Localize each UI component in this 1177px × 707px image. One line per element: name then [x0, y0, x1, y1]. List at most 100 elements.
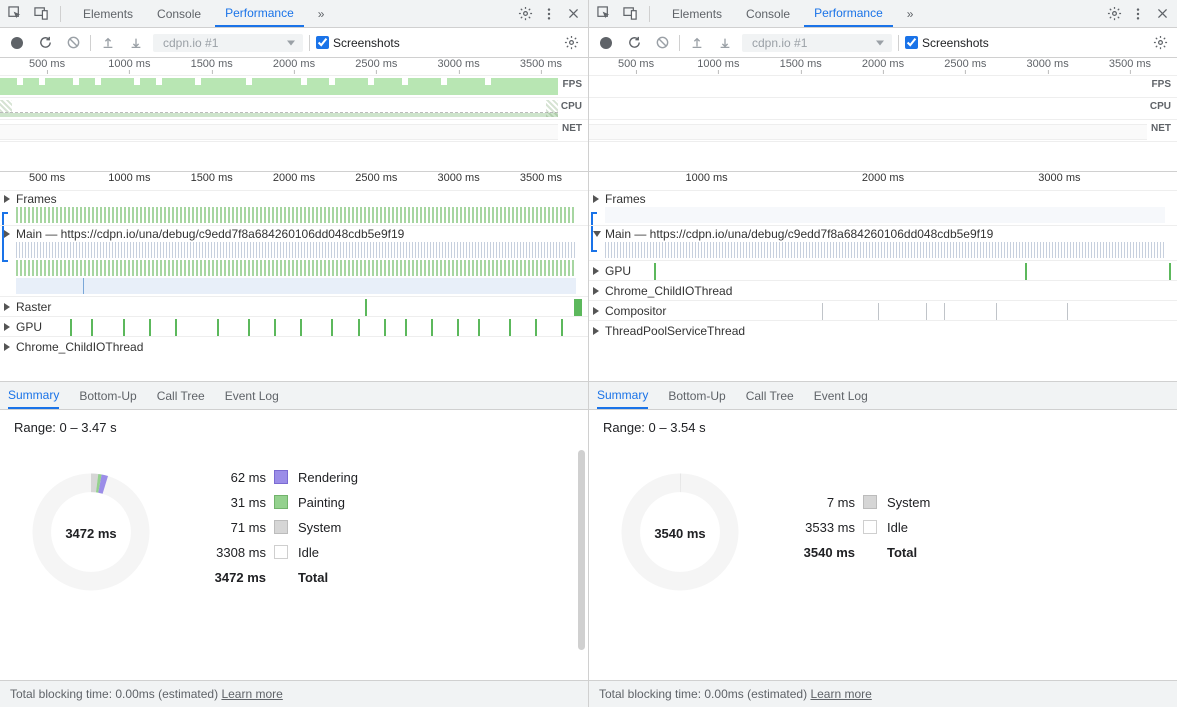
reload-icon[interactable] — [34, 32, 56, 54]
track-compositor[interactable]: Compositor — [589, 300, 1177, 320]
close-icon[interactable] — [1151, 3, 1173, 25]
overview-ruler[interactable]: 500 ms 1000 ms 1500 ms 2000 ms 2500 ms 3… — [589, 58, 1177, 76]
overview-ruler[interactable]: 500 ms 1000 ms 1500 ms 2000 ms 2500 ms 3… — [0, 58, 588, 76]
footer-text: Total blocking time: 0.00ms (estimated) — [599, 687, 807, 701]
legend-label: Total — [298, 570, 358, 585]
track-childio[interactable]: Chrome_ChildIOThread — [589, 280, 1177, 300]
kebab-menu-icon[interactable] — [538, 3, 560, 25]
track-frames[interactable]: Frames — [0, 190, 588, 225]
tab-performance[interactable]: Performance — [804, 0, 893, 27]
tab-bottom-up[interactable]: Bottom-Up — [668, 382, 725, 409]
disclosure-triangle-icon[interactable] — [4, 323, 10, 331]
track-childio[interactable]: Chrome_ChildIOThread — [0, 336, 588, 356]
flame-chart[interactable]: 1000 ms 2000 ms 3000 ms Frames Main — ht… — [589, 172, 1177, 382]
clear-icon[interactable] — [651, 32, 673, 54]
tab-event-log[interactable]: Event Log — [225, 382, 279, 409]
screenshots-strip[interactable] — [589, 142, 1177, 172]
tab-console[interactable]: Console — [736, 0, 800, 27]
track-raster[interactable]: Raster — [0, 296, 588, 316]
capture-settings-gear-icon[interactable] — [560, 32, 582, 54]
recording-selector[interactable]: cdpn.io #1 — [153, 34, 303, 52]
inspect-element-icon[interactable] — [4, 3, 26, 25]
screenshots-checkbox[interactable]: Screenshots — [905, 36, 989, 50]
flame-ruler[interactable]: 500 ms 1000 ms 1500 ms 2000 ms 2500 ms 3… — [0, 172, 588, 190]
tab-call-tree[interactable]: Call Tree — [157, 382, 205, 409]
top-tab-bar: Elements Console Performance » — [0, 0, 588, 28]
device-toggle-icon[interactable] — [619, 3, 641, 25]
tab-elements[interactable]: Elements — [73, 0, 143, 27]
tick: 2000 ms — [273, 172, 315, 184]
tab-performance[interactable]: Performance — [215, 0, 304, 27]
gear-icon[interactable] — [514, 3, 536, 25]
performance-toolbar: cdpn.io #1 Screenshots — [589, 28, 1177, 58]
flame-ruler[interactable]: 1000 ms 2000 ms 3000 ms — [589, 172, 1177, 190]
reload-icon[interactable] — [623, 32, 645, 54]
tab-overflow[interactable]: » — [308, 0, 335, 27]
disclosure-triangle-icon[interactable] — [593, 327, 599, 335]
track-gpu[interactable]: GPU — [0, 316, 588, 336]
recording-selector[interactable]: cdpn.io #1 — [742, 34, 892, 52]
close-icon[interactable] — [562, 3, 584, 25]
tab-summary[interactable]: Summary — [8, 382, 59, 409]
inspect-element-icon[interactable] — [593, 3, 615, 25]
tick: 3000 ms — [1027, 58, 1069, 70]
fps-lane: FPS — [589, 76, 1177, 98]
scrollbar[interactable] — [578, 450, 585, 650]
footer-bar: Total blocking time: 0.00ms (estimated) … — [0, 680, 588, 707]
device-toggle-icon[interactable] — [30, 3, 52, 25]
tick: 500 ms — [29, 172, 65, 184]
disclosure-triangle-icon[interactable] — [593, 231, 601, 237]
disclosure-triangle-icon[interactable] — [4, 195, 10, 203]
separator — [898, 35, 899, 51]
track-main[interactable]: Main — https://cdpn.io/una/debug/c9edd7f… — [589, 225, 1177, 260]
upload-icon[interactable] — [686, 32, 708, 54]
screenshots-strip[interactable] — [0, 142, 588, 172]
disclosure-triangle-icon[interactable] — [593, 287, 599, 295]
tab-event-log[interactable]: Event Log — [814, 382, 868, 409]
record-button[interactable] — [6, 32, 28, 54]
legend-row: 71 ms System — [196, 520, 358, 535]
track-frames[interactable]: Frames — [589, 190, 1177, 225]
tab-summary[interactable]: Summary — [597, 382, 648, 409]
gear-icon[interactable] — [1103, 3, 1125, 25]
track-threadpool[interactable]: ThreadPoolServiceThread — [589, 320, 1177, 340]
track-gpu[interactable]: GPU — [589, 260, 1177, 280]
tab-elements[interactable]: Elements — [662, 0, 732, 27]
tab-overflow[interactable]: » — [897, 0, 924, 27]
legend-ms: 7 ms — [785, 495, 855, 510]
disclosure-triangle-icon[interactable] — [593, 267, 599, 275]
download-icon[interactable] — [125, 32, 147, 54]
screenshots-checkbox-input[interactable] — [905, 36, 918, 49]
track-main[interactable]: Main — https://cdpn.io/una/debug/c9edd7f… — [0, 225, 588, 296]
disclosure-triangle-icon[interactable] — [593, 195, 599, 203]
overview-mini-tracks[interactable]: FPS CPU NET — [589, 76, 1177, 142]
legend-ms: 3540 ms — [785, 545, 855, 560]
legend-label: Painting — [298, 495, 358, 510]
learn-more-link[interactable]: Learn more — [810, 687, 871, 701]
screenshots-checkbox[interactable]: Screenshots — [316, 36, 400, 50]
download-icon[interactable] — [714, 32, 736, 54]
learn-more-link[interactable]: Learn more — [221, 687, 282, 701]
disclosure-triangle-icon[interactable] — [593, 307, 599, 315]
capture-settings-gear-icon[interactable] — [1149, 32, 1171, 54]
legend-label: Idle — [298, 545, 358, 560]
summary-donut: 3472 ms — [26, 467, 156, 597]
tab-bottom-up[interactable]: Bottom-Up — [79, 382, 136, 409]
summary-tab-bar: Summary Bottom-Up Call Tree Event Log — [0, 382, 588, 410]
clear-icon[interactable] — [62, 32, 84, 54]
screenshots-checkbox-input[interactable] — [316, 36, 329, 49]
net-lane: NET — [589, 120, 1177, 142]
record-button[interactable] — [595, 32, 617, 54]
tab-console[interactable]: Console — [147, 0, 211, 27]
disclosure-triangle-icon[interactable] — [4, 230, 10, 238]
disclosure-triangle-icon[interactable] — [4, 343, 10, 351]
tick: 3500 ms — [1109, 58, 1151, 70]
flame-chart[interactable]: 500 ms 1000 ms 1500 ms 2000 ms 2500 ms 3… — [0, 172, 588, 382]
kebab-menu-icon[interactable] — [1127, 3, 1149, 25]
tab-call-tree[interactable]: Call Tree — [746, 382, 794, 409]
disclosure-triangle-icon[interactable] — [4, 303, 10, 311]
tick: 1500 ms — [191, 172, 233, 184]
overview-mini-tracks[interactable]: FPS CPU NET — [0, 76, 588, 142]
upload-icon[interactable] — [97, 32, 119, 54]
separator — [90, 35, 91, 51]
